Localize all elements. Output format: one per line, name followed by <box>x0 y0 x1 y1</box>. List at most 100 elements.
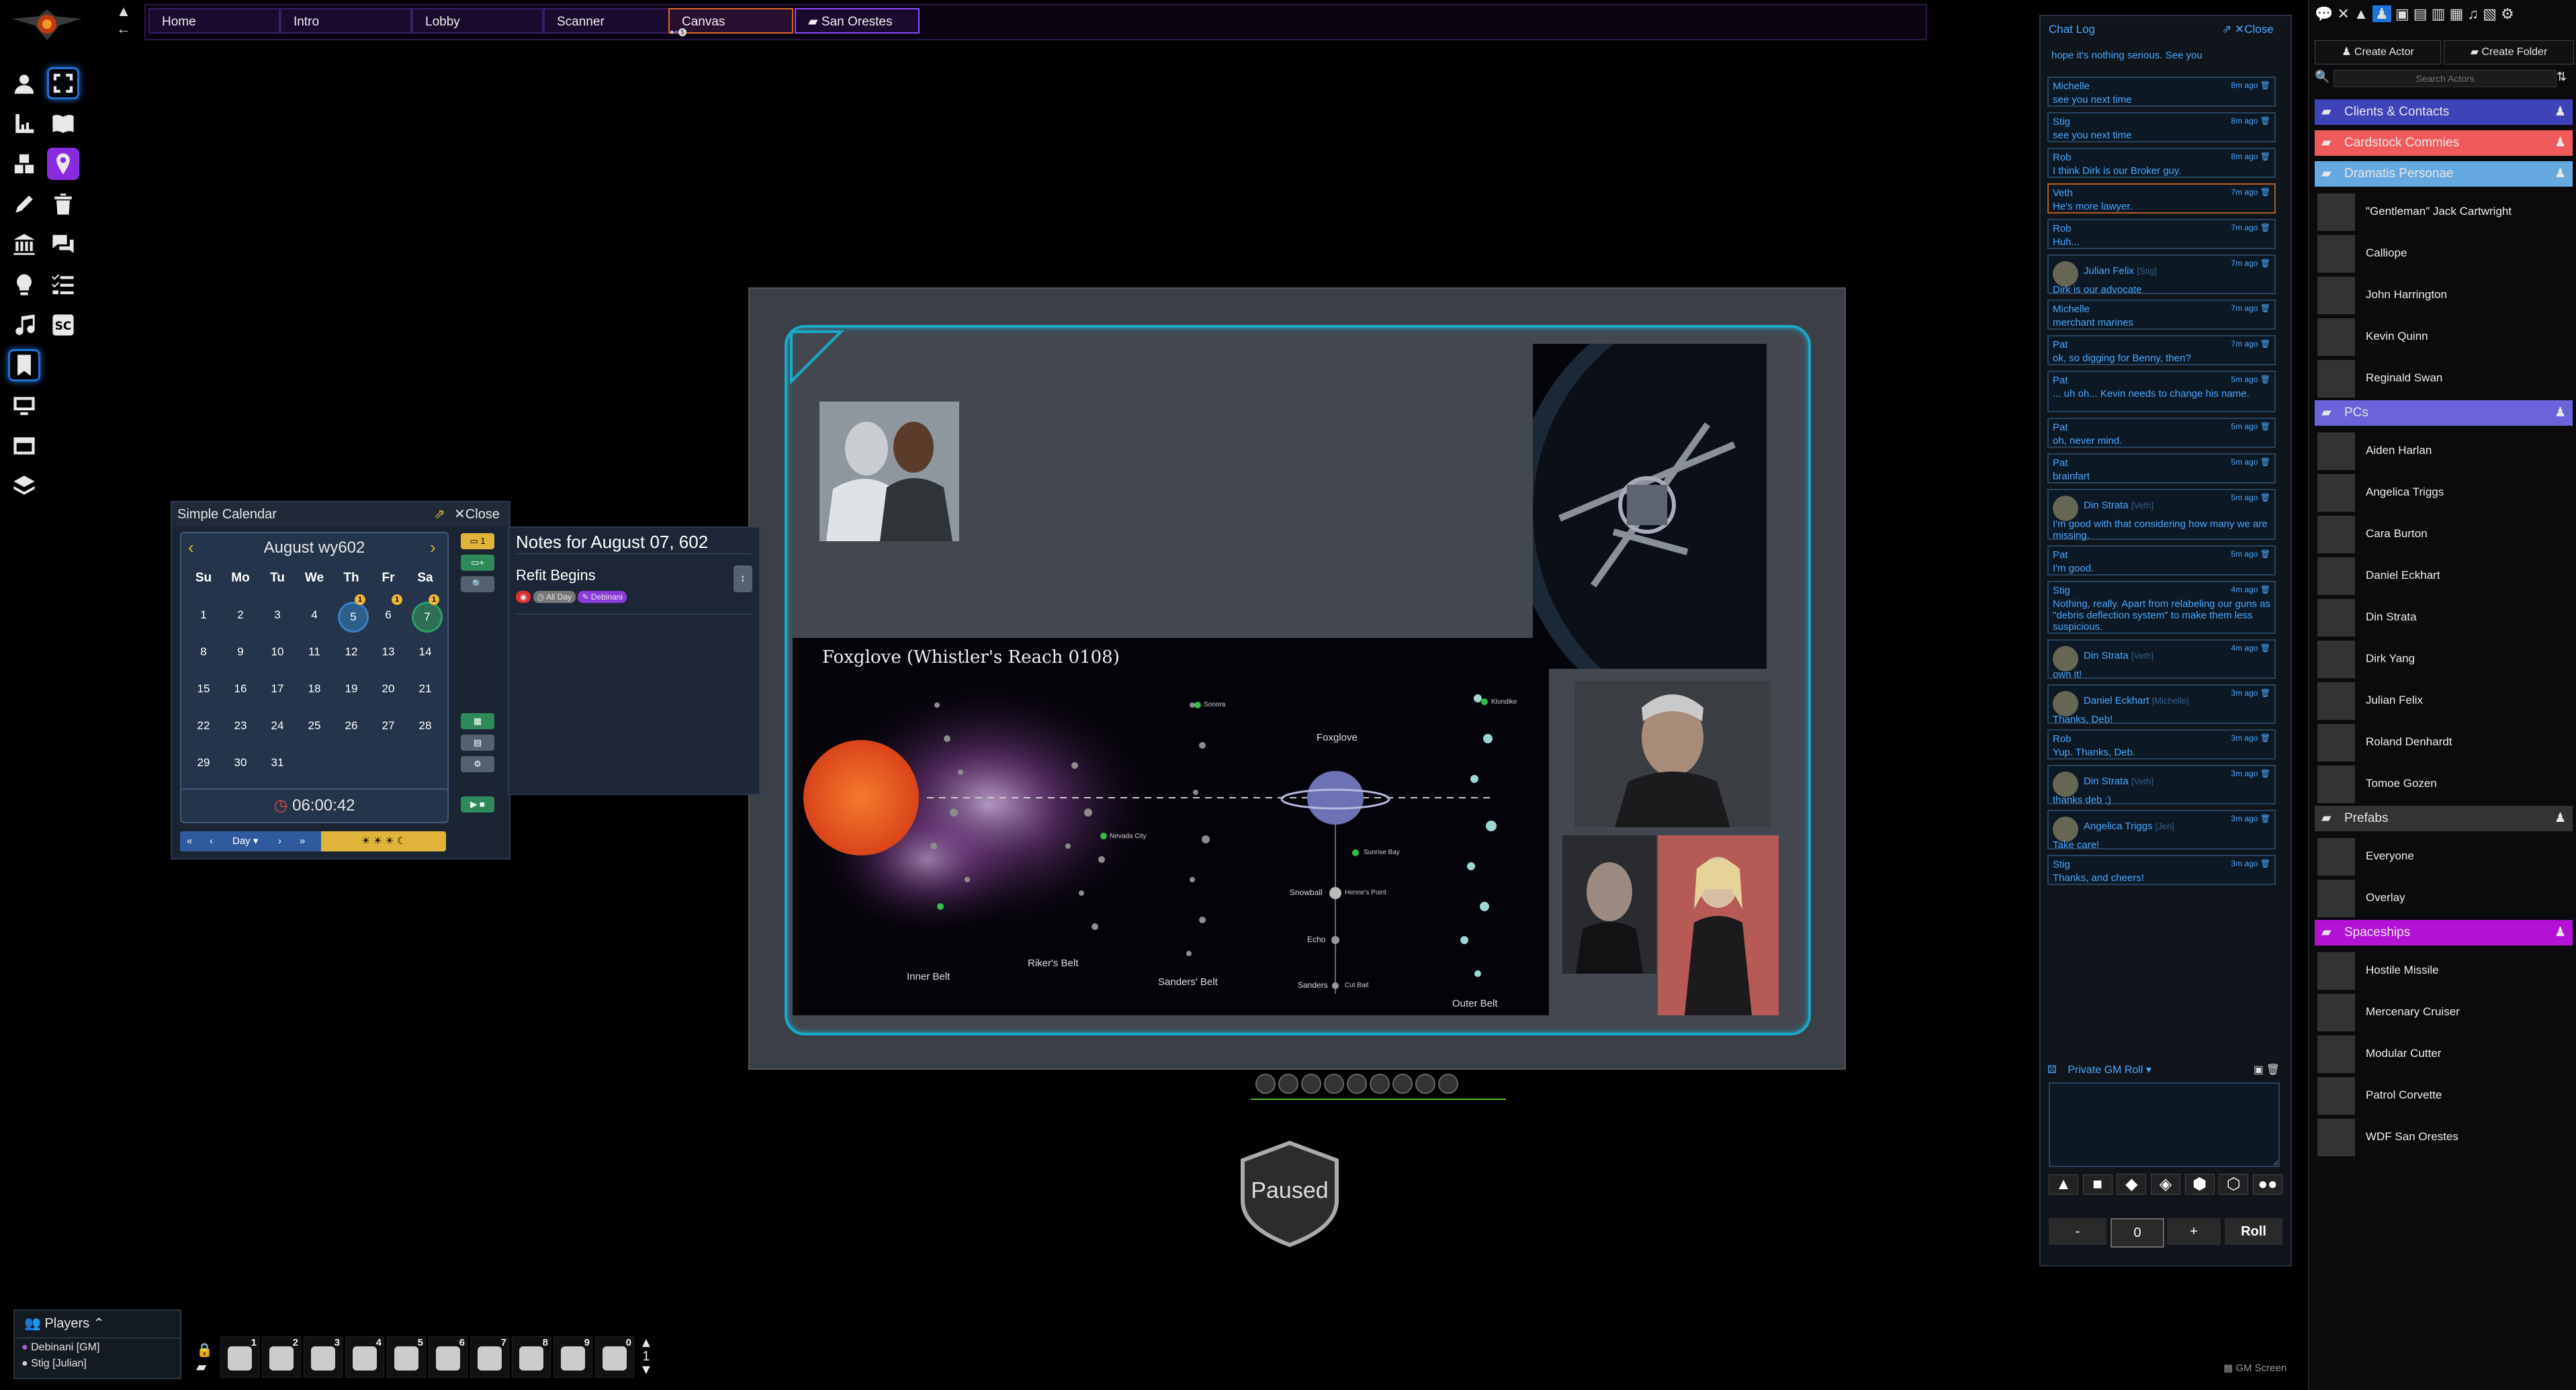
folder-add-actor-icon[interactable]: ♟ <box>2555 99 2566 125</box>
actor-entry[interactable]: Calliope <box>2315 234 2573 273</box>
lighting-controls-icon[interactable] <box>8 269 40 301</box>
actor-entry[interactable]: Modular Cutter <box>2315 1034 2573 1073</box>
actor-entry[interactable]: Julian Felix <box>2315 681 2573 720</box>
actor-entry[interactable]: Roland Denhardt <box>2315 723 2573 761</box>
macro-slot[interactable]: 5 <box>387 1336 426 1378</box>
delete-message-icon[interactable]: 🗑 <box>2260 688 2270 698</box>
d20-icon[interactable]: ⬡ <box>2219 1174 2249 1195</box>
d10-icon[interactable]: ◈ <box>2151 1174 2181 1195</box>
actor-entry[interactable]: Tomoe Gozen <box>2315 764 2573 803</box>
calendar-day[interactable]: 21 <box>408 674 442 704</box>
minus-button[interactable]: - <box>2049 1218 2106 1245</box>
chat-message[interactable]: Michelle 8m ago 🗑 see you next time <box>2047 77 2276 107</box>
delete-message-icon[interactable]: 🗑 <box>2260 769 2270 778</box>
macro-slot[interactable]: 6 <box>429 1336 468 1378</box>
calendar-day[interactable]: 20 <box>371 674 405 704</box>
chat-message[interactable]: Rob 7m ago 🗑 Huh... <box>2047 219 2276 249</box>
actor-entry[interactable]: Patrol Corvette <box>2315 1076 2573 1115</box>
chat-message[interactable]: Pat 5m ago 🗑 brainfart <box>2047 453 2276 483</box>
macro-slot[interactable]: 8 <box>512 1336 551 1378</box>
actors-tab-icon[interactable]: ♟ <box>2372 5 2391 22</box>
export-chat-icon[interactable]: ▣ <box>2254 1058 2264 1082</box>
folder-add-actor-icon[interactable]: ♟ <box>2555 806 2566 831</box>
drawing-controls-icon[interactable] <box>8 188 40 220</box>
calendar-day[interactable]: 1 <box>187 600 220 631</box>
calendar-header[interactable]: Simple Calendar ⇗ ✕Close <box>172 502 509 526</box>
chat-message[interactable]: Din Strata [Veth] 3m ago 🗑 thanks deb :) <box>2047 765 2276 806</box>
calendar-day[interactable]: 12 <box>335 637 368 667</box>
calendar-day[interactable]: 9 <box>224 637 257 667</box>
calendar-day[interactable]: 16 <box>224 674 257 704</box>
calendar-close[interactable]: ✕Close <box>454 502 500 526</box>
hotbar-page-control[interactable]: ▲ 1 ▼ <box>639 1336 653 1377</box>
d8-icon[interactable]: ◆ <box>2117 1174 2147 1195</box>
scene-tab-home[interactable]: Home <box>148 8 280 34</box>
delete-message-icon[interactable]: 🗑 <box>2260 457 2270 467</box>
rewind-button[interactable]: ‹ <box>210 831 213 851</box>
d12-icon[interactable]: ⬢ <box>2184 1174 2215 1195</box>
actor-folder[interactable]: ▰ Prefabs ♟ <box>2315 806 2573 831</box>
actor-folder[interactable]: ▰ Dramatis Personae ♟ <box>2315 161 2573 187</box>
chat-message[interactable]: Stig 3m ago 🗑 Thanks, and cheers! <box>2047 855 2276 885</box>
create-actor-button[interactable]: ♟ Create Actor <box>2315 40 2441 64</box>
calendar-day[interactable]: 4 <box>298 600 331 631</box>
delete-message-icon[interactable]: 🗑 <box>2260 116 2270 126</box>
scene-canvas[interactable]: Foxglove (Whistler's Reach 0108) Inner B… <box>748 287 1846 1070</box>
actor-entry[interactable]: Daniel Eckhart <box>2315 556 2573 595</box>
players-header[interactable]: 👥 Players ⌃ <box>24 1315 105 1332</box>
macro-slot[interactable]: 0 <box>595 1336 634 1378</box>
app-logo[interactable] <box>12 7 82 46</box>
delete-message-icon[interactable]: 🗑 <box>2260 81 2270 90</box>
actor-entry[interactable]: Din Strata <box>2315 598 2573 637</box>
calendar-day[interactable]: 23 <box>224 710 257 741</box>
macro-slot[interactable]: 2 <box>262 1336 301 1378</box>
scene-tab-intro[interactable]: Intro <box>280 8 412 34</box>
map-pin-icon[interactable] <box>47 148 79 180</box>
scene-tab-scanner[interactable]: Scanner <box>543 8 675 34</box>
d4-icon[interactable]: ▲ <box>2049 1174 2078 1195</box>
delete-message-icon[interactable]: 🗑 <box>2260 643 2270 653</box>
monitor-icon[interactable] <box>8 389 40 422</box>
chat-message[interactable]: Rob 8m ago 🗑 I think Dirk is our Broker gu… <box>2047 148 2276 178</box>
calendar-day[interactable]: 31 <box>261 747 294 778</box>
simple-calendar-icon[interactable]: SC <box>47 309 79 341</box>
delete-message-icon[interactable]: 🗑 <box>2260 375 2270 384</box>
delete-message-icon[interactable]: 🗑 <box>2260 814 2270 823</box>
chat-message[interactable]: Veth 7m ago 🗑 He's more lawyer. <box>2047 183 2276 214</box>
gm-screen-toggle[interactable]: ▦ GM Screen <box>2223 1362 2286 1374</box>
calendar-day[interactable]: 15 <box>187 674 220 704</box>
notes-controls-icon[interactable] <box>8 349 40 381</box>
chat-messages[interactable]: Michelle 8m ago 🗑 see you next time Stig 8m … <box>2041 16 2291 1064</box>
folder-add-actor-icon[interactable]: ♟ <box>2555 920 2566 945</box>
actor-entry[interactable]: WDF San Orestes <box>2315 1117 2573 1156</box>
macro-slot[interactable]: 4 <box>345 1336 384 1378</box>
today-button[interactable]: ▦ <box>461 713 494 729</box>
chat-message[interactable]: Angelica Triggs [Jen] 3m ago 🗑 Take care! <box>2047 810 2276 851</box>
macro-slot[interactable]: 7 <box>470 1336 509 1378</box>
calendar-day[interactable]: 61 <box>371 594 405 631</box>
calendar-day[interactable]: 25 <box>298 710 331 741</box>
delete-message-icon[interactable]: 🗑 <box>2260 259 2270 268</box>
calendar-day[interactable]: 17 <box>261 674 294 704</box>
sound-controls-icon[interactable] <box>8 309 40 341</box>
roll-mode-select[interactable]: Private GM Roll ▾ <box>2068 1064 2151 1076</box>
chat-message[interactable]: Julian Felix [Stig] 7m ago 🗑 Dirk is our a… <box>2047 254 2276 295</box>
chat-input[interactable] <box>2049 1082 2280 1167</box>
delete-message-icon[interactable]: 🗑 <box>2260 493 2270 502</box>
calendar-day[interactable]: 29 <box>187 747 220 778</box>
calendar-day[interactable]: 3 <box>261 600 294 631</box>
journal-icon[interactable] <box>47 107 79 140</box>
calendar-day[interactable]: 30 <box>224 747 257 778</box>
fullscreen-select-icon[interactable] <box>47 67 79 99</box>
delete-message-icon[interactable]: 🗑 <box>2260 152 2270 161</box>
calendar-day[interactable]: 22 <box>187 710 220 741</box>
popout-icon[interactable]: ⇗ <box>434 502 445 526</box>
folder-add-actor-icon[interactable]: ♟ <box>2555 130 2566 156</box>
delete-message-icon[interactable]: 🗑 <box>2260 733 2270 743</box>
time-of-day-buttons[interactable]: ☀ ☀ ☀ ☾ <box>321 831 446 851</box>
chat-message[interactable]: Stig 4m ago 🗑 Nothing, really. Apart from … <box>2047 581 2276 634</box>
chat-tab-icon[interactable]: 💬 <box>2315 5 2333 22</box>
actor-entry[interactable]: Everyone <box>2315 837 2573 876</box>
controls-collapse[interactable]: ▲ ← <box>114 3 133 40</box>
checklist-icon[interactable] <box>47 269 79 301</box>
